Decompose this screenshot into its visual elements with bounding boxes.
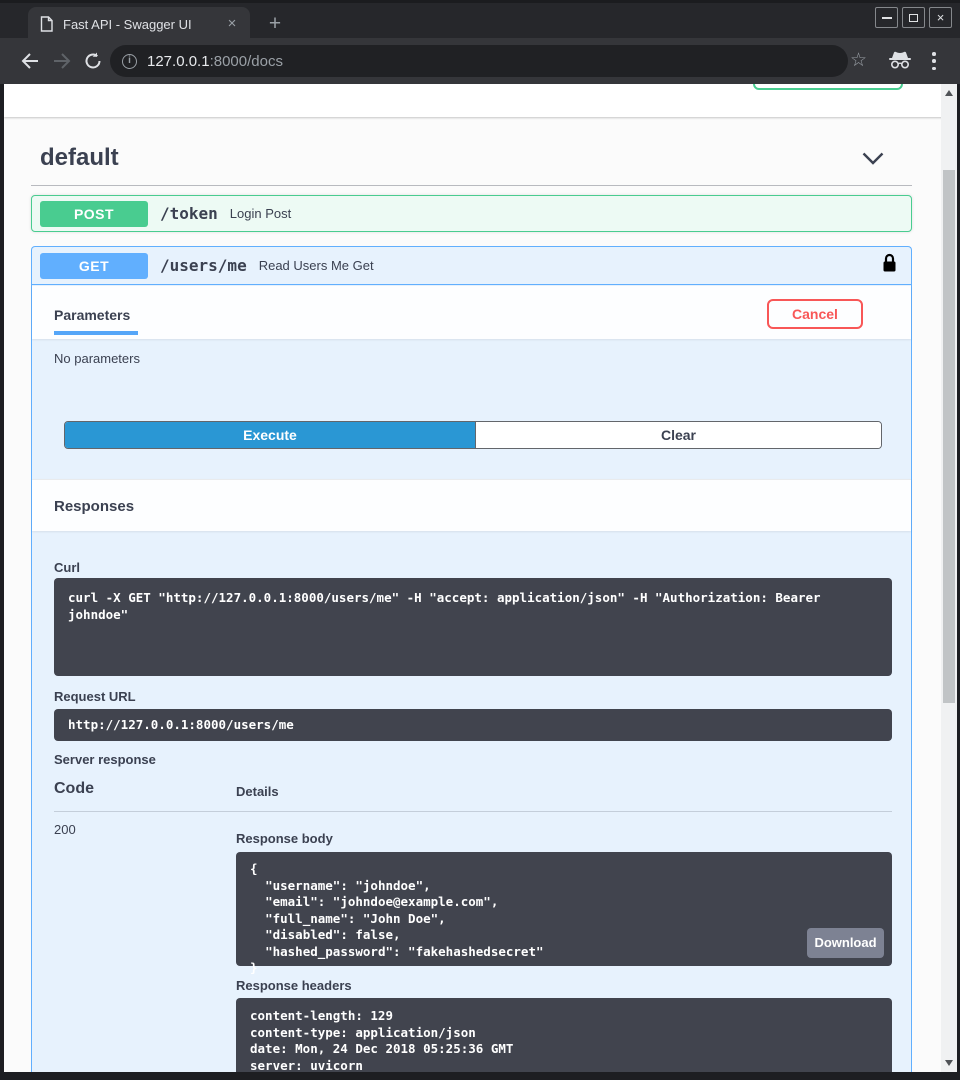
opblock-get-users-me: GET /users/me Read Users Me Get Paramete… bbox=[31, 246, 912, 1072]
browser-menu-icon[interactable] bbox=[929, 51, 939, 71]
post-path: /token bbox=[160, 204, 218, 223]
server-response-label: Server response bbox=[54, 752, 156, 767]
response-table-divider bbox=[54, 811, 892, 812]
post-token-summary[interactable]: POST /token Login Post bbox=[32, 196, 911, 231]
status-code: 200 bbox=[54, 822, 76, 837]
tab-parameters[interactable]: Parameters bbox=[54, 307, 130, 323]
curl-command[interactable]: curl -X GET "http://127.0.0.1:8000/users… bbox=[54, 578, 892, 676]
response-body-label: Response body bbox=[236, 831, 333, 846]
address-bar[interactable]: i 127.0.0.1:8000/docs bbox=[110, 45, 848, 77]
get-path: /users/me bbox=[160, 256, 247, 275]
browser-tab[interactable]: Fast API - Swagger UI × bbox=[28, 7, 250, 41]
no-parameters-text: No parameters bbox=[54, 351, 140, 366]
code-column-header: Code bbox=[54, 780, 94, 798]
url-host: 127.0.0.1 bbox=[147, 53, 210, 70]
details-column-header: Details bbox=[236, 784, 279, 799]
get-summary-text: Read Users Me Get bbox=[259, 258, 882, 273]
request-url-label: Request URL bbox=[54, 689, 136, 704]
incognito-icon bbox=[888, 51, 912, 74]
tab-title: Fast API - Swagger UI bbox=[63, 17, 222, 32]
forward-icon bbox=[49, 48, 75, 74]
auth-lock-icon[interactable] bbox=[882, 253, 897, 278]
scrollbar-down-arrow-icon[interactable] bbox=[945, 1060, 953, 1066]
responses-header: Responses bbox=[32, 479, 911, 531]
window-controls: × bbox=[875, 7, 952, 28]
url-text[interactable]: 127.0.0.1:8000/docs bbox=[147, 53, 283, 70]
response-body[interactable]: { "username": "johndoe", "email": "johnd… bbox=[236, 852, 892, 966]
authorize-button-partial[interactable] bbox=[753, 84, 903, 90]
scrollbar-thumb[interactable] bbox=[943, 170, 955, 703]
new-tab-button[interactable]: + bbox=[262, 11, 288, 37]
response-headers-label: Response headers bbox=[236, 978, 352, 993]
opblock-post-token[interactable]: POST /token Login Post bbox=[31, 195, 912, 232]
url-path: :8000/docs bbox=[210, 53, 283, 70]
section-title: default bbox=[40, 144, 119, 172]
close-button[interactable]: × bbox=[929, 7, 952, 28]
scrollbar-up-arrow-icon[interactable] bbox=[945, 90, 953, 96]
tab-close-icon[interactable]: × bbox=[222, 14, 242, 34]
page-scrollbar[interactable] bbox=[941, 84, 957, 1072]
get-method-badge: GET bbox=[40, 253, 148, 279]
get-users-me-summary[interactable]: GET /users/me Read Users Me Get bbox=[32, 247, 911, 285]
responses-title: Responses bbox=[54, 498, 134, 515]
clear-button[interactable]: Clear bbox=[475, 422, 881, 448]
back-icon[interactable] bbox=[17, 48, 43, 74]
maximize-button[interactable] bbox=[902, 7, 925, 28]
page-favicon-icon bbox=[40, 16, 53, 32]
page-viewport: default POST /token Login Post GET /user… bbox=[4, 84, 957, 1072]
section-collapse-chevron-icon[interactable] bbox=[862, 152, 884, 170]
site-info-icon[interactable]: i bbox=[122, 54, 137, 69]
section-divider bbox=[31, 185, 912, 186]
operation-tab-header: Parameters Cancel bbox=[32, 286, 911, 339]
response-headers: content-length: 129 content-type: applic… bbox=[236, 998, 892, 1072]
post-method-badge: POST bbox=[40, 201, 148, 227]
post-summary-text: Login Post bbox=[230, 206, 897, 221]
active-tab-underline bbox=[54, 331, 138, 335]
browser-tabstrip: Fast API - Swagger UI × + × bbox=[0, 0, 960, 38]
curl-label: Curl bbox=[54, 560, 80, 575]
request-url-value: http://127.0.0.1:8000/users/me bbox=[54, 709, 892, 741]
execute-button[interactable]: Execute bbox=[65, 422, 475, 448]
execute-row: Execute Clear bbox=[64, 421, 882, 449]
reload-icon[interactable] bbox=[80, 48, 106, 74]
cancel-button[interactable]: Cancel bbox=[767, 299, 863, 329]
download-button[interactable]: Download bbox=[807, 928, 884, 958]
bookmark-star-icon[interactable]: ☆ bbox=[850, 49, 867, 72]
minimize-button[interactable] bbox=[875, 7, 898, 28]
